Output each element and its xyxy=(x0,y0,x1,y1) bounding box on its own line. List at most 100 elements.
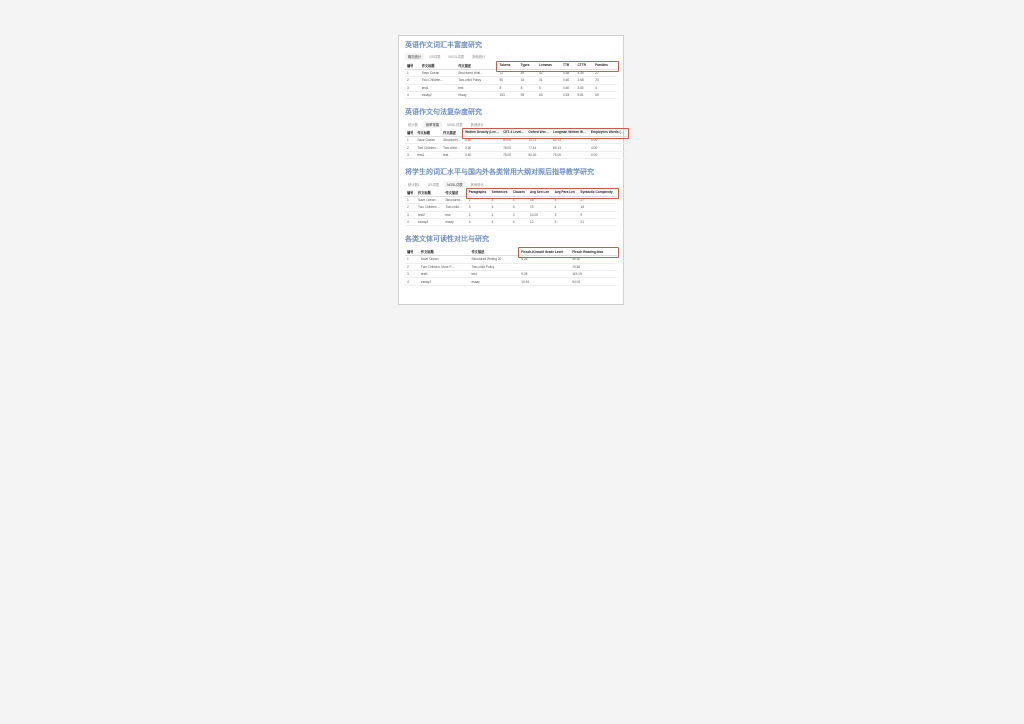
cell: Save Ocean xyxy=(415,137,441,144)
table-row[interactable]: 2Two Children…Two-child…34519418 xyxy=(405,204,617,211)
col-header: Sentences xyxy=(490,189,511,197)
table-row[interactable]: 3test2test44310.0059 xyxy=(405,211,617,218)
cell: 70.56 xyxy=(570,263,617,270)
cell: 0.00 xyxy=(589,151,627,158)
col-header: Avg Para Len xyxy=(553,189,579,197)
cell: 0.60 xyxy=(463,151,501,158)
col-header: Flesch Reading Idea xyxy=(570,248,617,256)
section-title: 将学生的词汇水平与国内外各类常用大纲对照后指导教学研究 xyxy=(405,169,617,177)
cell: 1 xyxy=(405,196,416,203)
table-row[interactable]: 4essay2essay10.3454.04 xyxy=(405,278,617,285)
table-row[interactable]: 2Two Children…Two-child Policy5034310.60… xyxy=(405,77,617,84)
table-row[interactable]: 2Two Children, More F…Two-child Policy70… xyxy=(405,263,617,270)
tab[interactable]: NGSL词表 xyxy=(444,181,466,188)
cell: 27 xyxy=(593,69,617,76)
cell: test1 xyxy=(415,151,441,158)
tab-bar: 概况统计GS词表NGSL词表其他统计 xyxy=(405,53,617,60)
cell xyxy=(519,263,570,270)
table-row[interactable]: 4essay3essay44412521 xyxy=(405,219,617,226)
cell: test1 xyxy=(419,270,470,277)
col-header: Lemmas xyxy=(537,61,561,69)
col-header: CET-4 Level… xyxy=(501,129,526,137)
col-header: CTTR xyxy=(575,61,593,69)
tab[interactable]: GS词表 xyxy=(426,53,443,60)
table-row[interactable]: 3test1test8860.603.604 xyxy=(405,84,617,91)
cell: 72 xyxy=(497,69,518,76)
cell: 4 xyxy=(511,196,528,203)
cell: 2 xyxy=(405,263,419,270)
table-row[interactable]: 3test1test5.28119.19 xyxy=(405,270,617,277)
cell: 0.53 xyxy=(561,91,575,98)
cell: 5 xyxy=(553,211,579,218)
cell: 31 xyxy=(537,77,561,84)
cell: 5 xyxy=(511,204,528,211)
cell: 4 xyxy=(553,196,579,203)
cell: essay2 xyxy=(420,91,457,98)
cell: 0.58 xyxy=(561,69,575,76)
cell: 78.00 xyxy=(501,144,526,151)
cell: 83 xyxy=(537,91,561,98)
col-header: 作文标题 xyxy=(415,129,441,137)
cell: essay xyxy=(469,278,519,285)
col-header: 编号 xyxy=(405,248,419,256)
cell: 50 xyxy=(497,77,518,84)
cell: 119.19 xyxy=(570,270,617,277)
cell: 6.26 xyxy=(519,256,570,263)
section: 英语作文词汇丰富度研究概况统计GS词表NGSL词表其他统计编号作文标题作文描述T… xyxy=(405,42,617,99)
tab[interactable]: 统计数 xyxy=(405,121,421,128)
tab[interactable]: 其他统计 xyxy=(468,181,487,188)
table-row[interactable]: 4essay2essay15395830.535.8169 xyxy=(405,91,617,98)
table-row[interactable]: 1Save OceanStructured…0.6050.0072.7262.7… xyxy=(405,137,627,144)
section: 各类文体可读性对比与研究编号作文标题作文描述Flesch-Kincaid Gra… xyxy=(405,236,617,285)
cell: 0.60 xyxy=(561,77,575,84)
tab[interactable]: 其他统计 xyxy=(469,53,488,60)
cell: Save Ocean xyxy=(420,69,457,76)
cell: 4 xyxy=(490,211,511,218)
tab[interactable]: GS词表 xyxy=(425,181,442,188)
cell: 4 xyxy=(511,219,528,226)
cell: 3 xyxy=(511,211,528,218)
tab[interactable]: 其他统计 xyxy=(468,121,487,128)
cell: 4 xyxy=(490,204,511,211)
cell: 4.00 xyxy=(589,144,627,151)
tab[interactable]: NGSL词表 xyxy=(446,53,468,60)
cell: 12 xyxy=(528,219,553,226)
table-row[interactable]: 2Two Children…Two-child…0.6078.0077.1469… xyxy=(405,144,627,151)
cell: 10.34 xyxy=(519,278,570,285)
tab-bar: 统计数频率常模NGSL词表其他统计 xyxy=(405,121,617,128)
tab[interactable]: 概况统计 xyxy=(405,53,424,60)
tab[interactable]: 统计数1 xyxy=(405,181,423,188)
tab[interactable]: NGSL词表 xyxy=(444,121,466,128)
cell: 1 xyxy=(405,69,420,76)
section: 英语作文句法复杂度研究统计数频率常模NGSL词表其他统计编号作文标题作文描述Wr… xyxy=(405,109,617,159)
cell: Save Ocean xyxy=(419,256,470,263)
cell: 75.00 xyxy=(551,151,589,158)
cell: 8 xyxy=(519,84,537,91)
table-row[interactable]: 1Save OceanStructured Writi…7249420.584.… xyxy=(405,69,617,76)
cell: 72.72 xyxy=(526,137,551,144)
data-table: 编号作文标题作文描述Flesch-Kincaid Grade LevelFles… xyxy=(405,248,617,286)
table-row[interactable]: 1Save OceanStructured Writing 20…6.2650.… xyxy=(405,256,617,263)
cell: Structured… xyxy=(443,196,466,203)
tab[interactable]: 频率常模 xyxy=(423,121,442,128)
col-header: 作文标题 xyxy=(416,189,443,197)
cell: test1 xyxy=(420,84,457,91)
cell: 4 xyxy=(467,211,490,218)
cell: 2 xyxy=(405,77,420,84)
cell: 19 xyxy=(528,204,553,211)
data-table: 编号作文标题作文描述Written Density (Lexi…CET-4 Le… xyxy=(405,129,627,160)
cell: 42 xyxy=(537,69,561,76)
cell: test xyxy=(441,151,463,158)
cell: essay xyxy=(443,219,466,226)
cell: 50.00 xyxy=(526,151,551,158)
cell: Two Children… xyxy=(415,144,441,151)
cell: Two-child… xyxy=(443,204,466,211)
analysis-card: 英语作文词汇丰富度研究概况统计GS词表NGSL词表其他统计编号作文标题作文描述T… xyxy=(398,35,624,305)
col-header: 作文描述 xyxy=(443,189,466,197)
table-row[interactable]: 3test1test0.6075.0050.0075.000.00 xyxy=(405,151,627,158)
cell: 3 xyxy=(405,211,416,218)
cell: 5 xyxy=(553,219,579,226)
table-row[interactable]: 1Save OceanStructured…24418427 xyxy=(405,196,617,203)
cell: 4 xyxy=(405,219,416,226)
cell: Structured Writing 20… xyxy=(469,256,519,263)
